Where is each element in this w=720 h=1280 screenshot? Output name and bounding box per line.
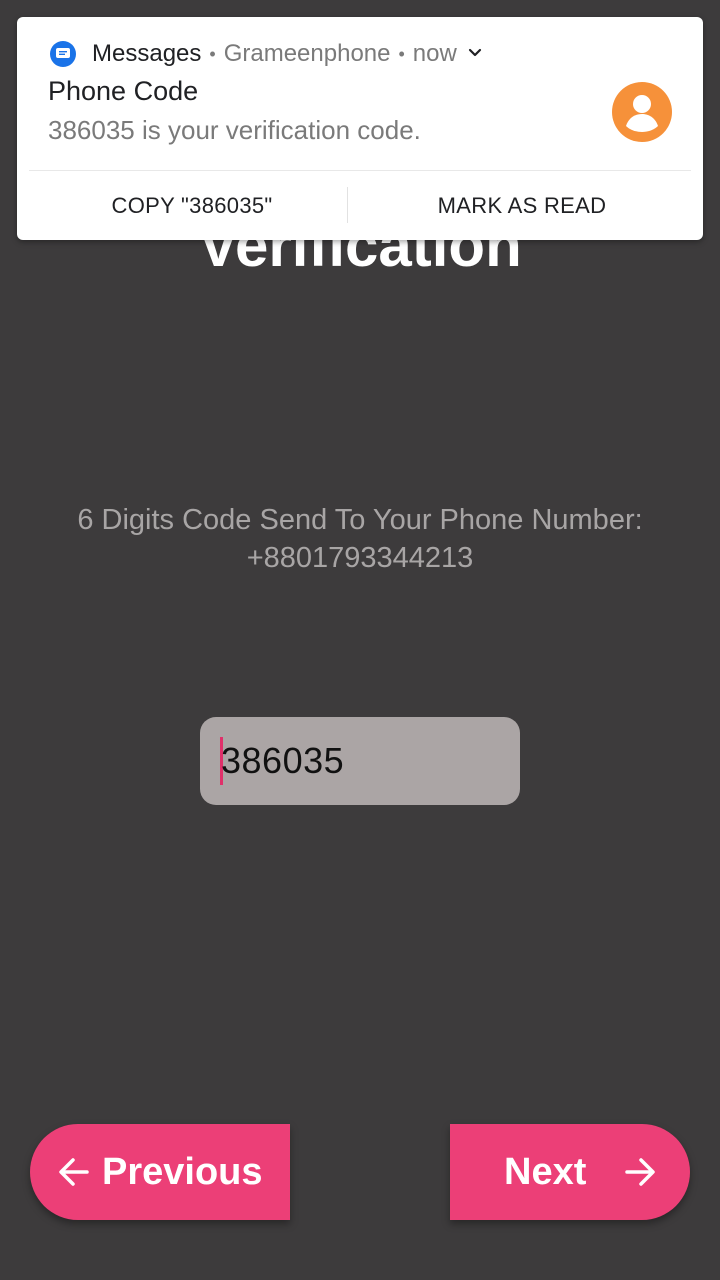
next-button[interactable]: Next: [450, 1124, 690, 1220]
separator-dot: •: [209, 43, 216, 64]
divider: [29, 170, 691, 171]
code-value: 386035: [221, 740, 345, 781]
chevron-down-icon[interactable]: [467, 45, 483, 63]
arrow-right-icon: [622, 1154, 658, 1190]
notification-text: 386035 is your verification code.: [48, 115, 421, 145]
sms-notification[interactable]: Messages • Grameenphone • now Phone Code…: [17, 17, 703, 240]
separator-dot: •: [398, 43, 405, 64]
previous-label: Previous: [102, 1150, 263, 1193]
messages-icon: [50, 41, 76, 67]
mark-as-read-button[interactable]: MARK AS READ: [357, 189, 687, 223]
previous-button[interactable]: Previous: [30, 1124, 290, 1220]
action-separator: [347, 187, 348, 223]
sender-name: Grameenphone: [223, 40, 391, 67]
app-name: Messages: [92, 40, 202, 67]
instruction-text: 6 Digits Code Send To Your Phone Number:…: [40, 501, 680, 577]
notification-title: Phone Code: [48, 76, 199, 106]
phone-number: +8801793344213: [246, 542, 474, 574]
arrow-left-icon: [56, 1154, 92, 1190]
copy-code-button[interactable]: COPY "386035": [27, 189, 357, 223]
notification-header: Messages • Grameenphone • now: [50, 39, 483, 69]
next-label: Next: [504, 1150, 587, 1193]
person-icon: [612, 82, 672, 142]
notification-time: now: [412, 40, 457, 67]
instruction-line: 6 Digits Code Send To Your Phone Number:: [77, 504, 643, 536]
verification-code-input[interactable]: 386035: [200, 717, 520, 805]
